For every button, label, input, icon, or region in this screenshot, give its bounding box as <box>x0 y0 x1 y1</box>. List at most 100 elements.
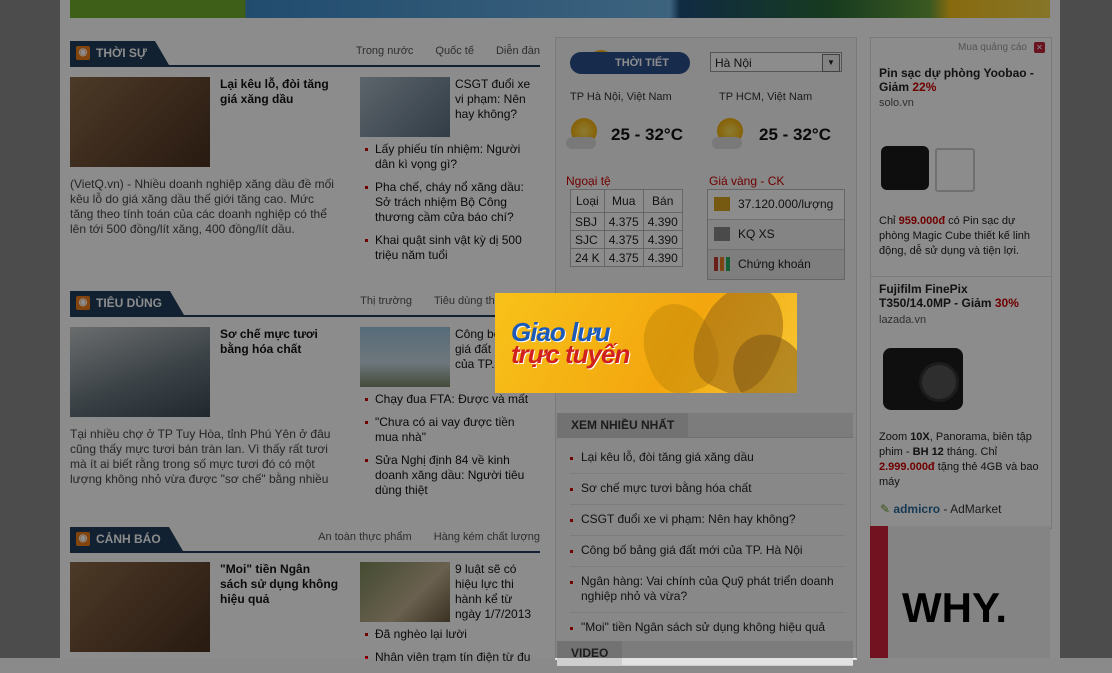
table-cell: SJC <box>570 230 605 249</box>
ad-description: Chỉ 959.000đ có Pin sạc dự phòng Magic C… <box>879 214 1041 259</box>
gold-price: 37.120.000/lượng <box>738 197 834 211</box>
list-item[interactable]: Công bố bảng giá đất mới của TP. Hà Nội <box>570 541 845 567</box>
ad-discount: 22% <box>912 80 937 94</box>
ad-desc-bold: 10X <box>910 431 930 443</box>
section-tab[interactable]: ◉ CẢNH BÁO <box>70 527 183 551</box>
ad-label[interactable]: Mua quảng cáo <box>958 42 1027 53</box>
list-item[interactable]: Pha chế, cháy nổ xăng dầu: Sở trách nhiệ… <box>360 180 535 225</box>
camera-lens <box>919 362 959 402</box>
city-select-value: Hà Nội <box>715 56 752 70</box>
list-item[interactable]: Đã nghèo lại lười <box>360 627 535 642</box>
lead-title[interactable]: Sơ chế mực tươi bằng hóa chất <box>220 327 340 357</box>
charger-image <box>935 148 975 192</box>
most-read-title[interactable]: XEM NHIỀU NHẤT <box>557 413 689 437</box>
cloud-icon <box>712 137 742 149</box>
list-item[interactable]: Chạy đua FTA: Được và mất <box>360 392 535 407</box>
lottery-item[interactable]: KQ XS <box>708 220 844 250</box>
city-label-1: TP Hà Nội, Việt Nam <box>570 91 672 103</box>
side-thumbnail[interactable] <box>360 327 450 387</box>
section-tab[interactable]: ◉ TIÊU DÙNG <box>70 291 184 315</box>
list-item[interactable]: Khai quật sinh vật kỳ dị 500 triệu năm t… <box>360 233 535 263</box>
table-row: 24 K 4.375 4.390 <box>570 248 683 267</box>
table-cell: 4.375 <box>603 248 644 267</box>
list-item[interactable]: "Chưa có ai vay được tiền mua nhà" <box>360 415 535 445</box>
forex-label[interactable]: Ngoại tệ <box>566 174 611 188</box>
why-ad-banner[interactable]: WHY. <box>870 526 1050 658</box>
admicro-name: admicro <box>893 502 941 516</box>
lottery-label: KQ XS <box>738 227 775 241</box>
gold-bar-icon <box>714 197 730 211</box>
list-item[interactable]: Sửa Nghị định 84 về kinh doanh xăng dầu:… <box>360 453 535 498</box>
video-title[interactable]: VIDEO <box>557 641 623 665</box>
side-thumbnail[interactable] <box>360 77 450 137</box>
gold-label[interactable]: Giá vàng - CK <box>709 174 784 188</box>
ad-discount: 30% <box>994 296 1019 310</box>
weather-label: THỜI TIẾT <box>570 52 690 74</box>
why-text: WHY. <box>902 584 1007 631</box>
top-banner[interactable] <box>70 0 1050 18</box>
table-cell: 4.390 <box>642 230 683 249</box>
stock-item[interactable]: Chứng khoán <box>708 250 844 279</box>
table-cell: 4.390 <box>642 248 683 267</box>
lead-thumbnail[interactable] <box>70 327 210 417</box>
rss-icon[interactable]: ◉ <box>76 46 90 60</box>
stock-label: Chứng khoán <box>738 257 811 271</box>
lead-thumbnail[interactable] <box>70 562 210 652</box>
table-cell: 4.390 <box>642 212 683 231</box>
list-item[interactable]: Sơ chế mực tươi bằng hóa chất <box>570 479 845 505</box>
list-item[interactable]: Lấy phiếu tín nhiệm: Người dân kì vọng g… <box>360 142 535 172</box>
banner-line-2: trực tuyến <box>511 339 630 369</box>
link-thi-truong[interactable]: Thị trường <box>360 295 412 307</box>
ad-desc-bold: BH 12 <box>912 446 944 458</box>
cloud-icon <box>566 137 596 149</box>
ad-source[interactable]: solo.vn <box>879 97 914 109</box>
side-title[interactable]: 9 luật sẽ có hiệu lực thi hành kể từ ngà… <box>455 562 535 622</box>
ad-title[interactable]: Fujifilm FinePix T350/14.0MP - Giảm 30% <box>879 282 1039 310</box>
red-bar <box>870 526 888 658</box>
side-thumbnail[interactable] <box>360 562 450 622</box>
giao-luu-truc-tuyen-banner[interactable]: Giao lưu trực tuyến <box>495 293 797 393</box>
ad-title[interactable]: Pin sạc dự phòng Yoobao - Giảm 22% <box>879 66 1039 94</box>
link-hang-kem-chat-luong[interactable]: Hàng kém chất lượng <box>434 531 540 543</box>
section-links: Trong nước Quốc tế Diễn đàn <box>334 45 540 57</box>
table-cell: 24 K <box>570 248 605 267</box>
chevron-down-icon[interactable]: ▼ <box>822 54 840 72</box>
link-quoc-te[interactable]: Quốc tế <box>435 45 474 57</box>
ad-description: Zoom 10X, Panorama, biên tập phim - BH 1… <box>879 430 1041 490</box>
rss-icon[interactable]: ◉ <box>76 532 90 546</box>
link-dien-dan[interactable]: Diễn đàn <box>496 45 540 57</box>
list-item[interactable]: CSGT đuổi xe vi phạm: Nên hay không? <box>570 510 845 536</box>
rss-icon[interactable]: ◉ <box>76 296 90 310</box>
table-row: SBJ 4.375 4.390 <box>570 212 683 231</box>
section-tab[interactable]: ◉ THỜI SỰ <box>70 41 169 65</box>
link-an-toan-thuc-pham[interactable]: An toàn thực phẩm <box>318 531 412 543</box>
lead-title[interactable]: Lại kêu lỗ, đòi tăng giá xăng dầu <box>220 77 340 107</box>
camera-image[interactable] <box>883 348 963 410</box>
gold-price-item[interactable]: 37.120.000/lượng <box>708 190 844 220</box>
list-item[interactable]: Lại kêu lỗ, đòi tăng giá xăng dầu <box>570 448 845 474</box>
ad-desc-text: Chỉ <box>879 215 896 227</box>
section-title: CẢNH BÁO <box>96 532 161 546</box>
admarket-name: - AdMarket <box>940 502 1002 516</box>
section-title: THỜI SỰ <box>96 46 147 60</box>
related-list: Lấy phiếu tín nhiệm: Người dân kì vọng g… <box>360 142 535 271</box>
table-cell: 4.375 <box>603 230 644 249</box>
list-item[interactable]: Ngân hàng: Vai chính của Quỹ phát triển … <box>570 572 845 613</box>
side-title[interactable]: CSGT đuổi xe vi phạm: Nên hay không? <box>455 77 535 122</box>
lead-summary: Tại nhiều chợ ở TP Tuy Hòa, tỉnh Phú Yên… <box>70 427 331 486</box>
lead-thumbnail[interactable] <box>70 77 210 167</box>
most-read-header: XEM NHIỀU NHẤT <box>557 413 853 438</box>
column-header: Loại <box>570 189 605 213</box>
list-item[interactable]: "Moi" tiền Ngân sách sử dụng không hiệu … <box>570 618 845 643</box>
lead-title[interactable]: "Moi" tiền Ngân sách sử dụng không hiệu … <box>220 562 340 607</box>
ad-source[interactable]: lazada.vn <box>879 314 926 326</box>
power-bank-image[interactable] <box>881 146 929 190</box>
gold-list: 37.120.000/lượng KQ XS Chứng khoán <box>707 189 845 280</box>
link-trong-nuoc[interactable]: Trong nước <box>356 45 414 57</box>
ad-desc-text: Zoom <box>879 431 908 443</box>
city-label-2: TP HCM, Việt Nam <box>719 91 813 103</box>
close-icon[interactable]: ✕ <box>1034 42 1045 53</box>
admicro-logo[interactable]: ✎ admicro - AdMarket <box>880 502 1001 516</box>
section-header-canh-bao: ◉ CẢNH BÁO An toàn thực phẩm Hàng kém chất… <box>70 527 540 553</box>
city-select[interactable]: Hà Nội ▼ <box>710 52 842 72</box>
